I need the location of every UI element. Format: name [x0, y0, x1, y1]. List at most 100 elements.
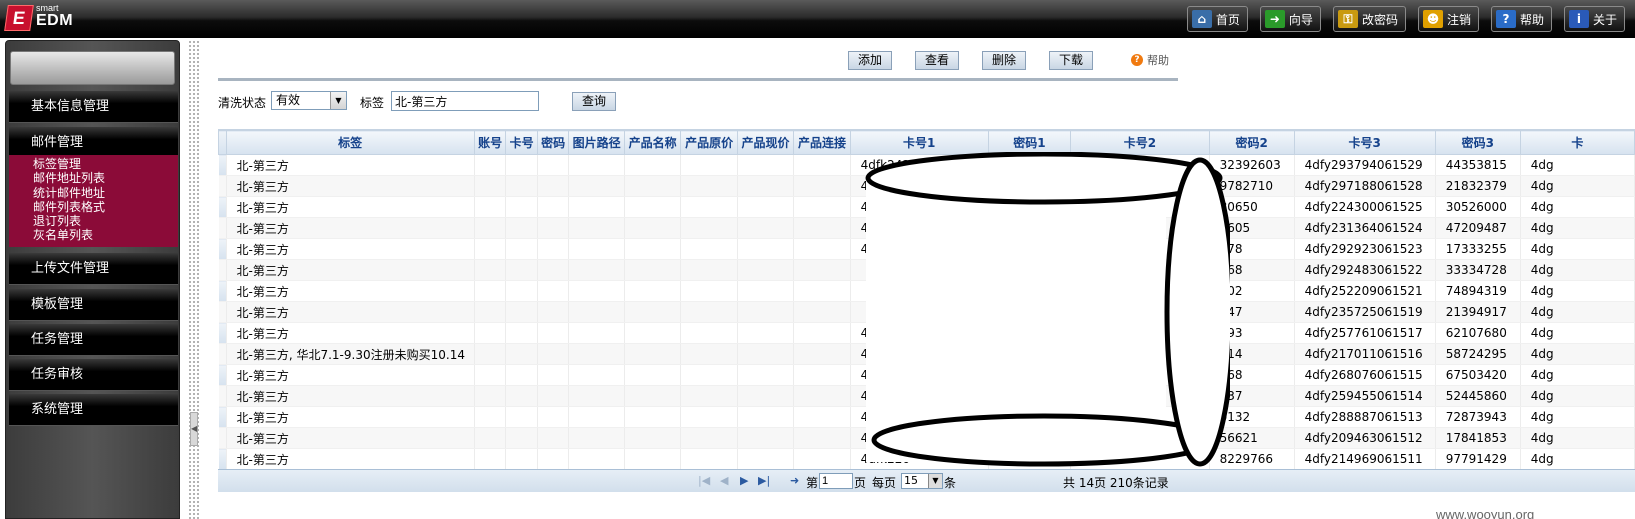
row-selector[interactable] [218, 448, 227, 469]
table-cell [474, 217, 507, 239]
prev-page-icon[interactable]: ◀ [720, 474, 728, 487]
row-selector[interactable] [218, 364, 227, 386]
view-button[interactable]: 查看 [915, 51, 960, 70]
column-header[interactable]: 密码2 [1208, 130, 1295, 155]
first-page-icon[interactable]: |◀ [698, 474, 710, 487]
row-selector[interactable] [218, 238, 227, 260]
sidebar-item-task-review[interactable]: 任务审核 [9, 359, 178, 391]
column-header[interactable]: 产品现价 [736, 130, 795, 155]
row-selector[interactable] [218, 175, 227, 197]
key-icon: ⚿ [1337, 10, 1358, 28]
row-selector[interactable] [218, 280, 227, 302]
table-cell [474, 301, 507, 323]
table-cell: 北-第三方 [226, 301, 475, 323]
download-button[interactable]: 下载 [1049, 51, 1094, 70]
status-select[interactable]: 有效 ▼ [271, 91, 347, 110]
help-link[interactable]: ? 帮助 [1131, 52, 1169, 68]
table-cell [505, 196, 538, 218]
sidebar-item-system[interactable]: 系统管理 [9, 394, 178, 426]
row-selector[interactable] [218, 343, 227, 365]
table-cell [624, 280, 682, 302]
sidebar-item-basic-info[interactable]: 基本信息管理 [9, 91, 178, 123]
table-cell [680, 448, 738, 469]
page-number-input[interactable] [819, 473, 853, 489]
topnav-button-arrow-right[interactable]: ➜ 向导 [1259, 6, 1321, 32]
sidebar-splitter[interactable] [188, 40, 200, 519]
row-selector[interactable] [218, 217, 227, 239]
table-cell [793, 301, 851, 323]
submenu-tag-management[interactable]: 标签管理 [33, 157, 178, 171]
submenu-unsubscribe-list[interactable]: 退订列表 [33, 214, 178, 228]
topnav-label: 关于 [1592, 12, 1617, 27]
column-header[interactable]: 密码1 [987, 130, 1072, 155]
table-cell [474, 385, 507, 407]
submenu-statistic-email[interactable]: 统计邮件地址 [33, 186, 178, 200]
table-cell: 21394917 [1435, 301, 1521, 323]
column-header[interactable]: 图片路径 [568, 130, 625, 155]
row-selector[interactable] [218, 259, 227, 281]
row-selector[interactable] [218, 322, 227, 344]
column-header[interactable]: 密码3 [1434, 130, 1521, 155]
table-cell: 北-第三方 [226, 154, 475, 176]
table-cell: 21832379 [1435, 175, 1521, 197]
go-page-icon[interactable]: ➜ [790, 474, 799, 487]
row-selector[interactable] [218, 385, 227, 407]
help-icon: ? [1495, 10, 1516, 28]
query-button[interactable]: 查询 [572, 92, 617, 111]
table-cell [505, 154, 538, 176]
topnav-button-user-logout[interactable]: ☻ 注销 [1417, 6, 1479, 32]
table-cell: 4dg [1520, 217, 1635, 239]
column-header[interactable]: 产品原价 [680, 130, 738, 155]
table-cell: 4dg [1520, 301, 1635, 323]
table-cell: 44353815 [1435, 154, 1521, 176]
row-number-header [218, 130, 227, 155]
help-circle-icon: ? [1131, 54, 1143, 66]
per-page-select[interactable]: 15 ▼ [901, 473, 943, 489]
table-cell [537, 175, 570, 197]
row-selector[interactable] [218, 154, 227, 176]
column-header[interactable]: 产品名称 [623, 130, 682, 155]
row-selector[interactable] [218, 427, 227, 449]
table-cell [793, 385, 851, 407]
topnav-button-help[interactable]: ? 帮助 [1490, 6, 1552, 32]
table-cell: 北-第三方 [226, 196, 475, 218]
topnav-button-home[interactable]: ⌂ 首页 [1186, 6, 1248, 32]
table-header-row: 标签 账号 卡号 密码 图片路径 产品名称 产品原价 产品现价 产品连接 卡号1 密码1 卡号2 密码2… [218, 130, 1635, 155]
column-header[interactable]: 卡号1 [849, 130, 989, 155]
column-header[interactable]: 账号 [473, 130, 507, 155]
sidebar-item-task[interactable]: 任务管理 [9, 324, 178, 356]
row-selector[interactable] [218, 406, 227, 428]
submenu-greylist[interactable]: 灰名单列表 [33, 228, 178, 242]
column-header[interactable]: 卡号 [505, 130, 538, 155]
delete-button[interactable]: 删除 [982, 51, 1027, 70]
chevron-down-icon[interactable]: ▼ [928, 474, 942, 488]
table-cell [505, 259, 538, 281]
logo-big-text: EDM [36, 12, 74, 29]
table-cell [505, 238, 538, 260]
add-button[interactable]: 添加 [848, 51, 893, 70]
row-selector[interactable] [218, 301, 227, 323]
column-header[interactable]: 标签 [225, 130, 475, 155]
next-page-icon[interactable]: ▶ [740, 474, 748, 487]
collapse-sidebar-handle[interactable]: ◀ [190, 412, 198, 446]
last-page-icon[interactable]: ▶| [758, 474, 770, 487]
topnav-button-key[interactable]: ⚿ 改密码 [1332, 6, 1406, 32]
table-cell: 北-第三方 [226, 217, 475, 239]
column-header[interactable]: 卡号2 [1070, 130, 1210, 155]
submenu-email-list-format[interactable]: 邮件列表格式 [33, 200, 178, 214]
sidebar-item-template[interactable]: 模板管理 [9, 289, 178, 321]
column-header[interactable]: 产品连接 [793, 130, 851, 155]
column-header[interactable]: 卡号3 [1293, 130, 1436, 155]
submenu-email-address-list[interactable]: 邮件地址列表 [33, 171, 178, 185]
column-header[interactable]: 卡 [1519, 130, 1635, 155]
column-header[interactable]: 密码 [536, 130, 570, 155]
table-cell [680, 238, 738, 260]
info-icon: i [1568, 10, 1589, 28]
logo-mark-letter: E [11, 8, 27, 28]
chevron-down-icon[interactable]: ▼ [330, 92, 346, 109]
topnav-button-info[interactable]: i 关于 [1563, 6, 1625, 32]
tag-input[interactable] [391, 91, 539, 111]
table-cell [624, 175, 682, 197]
sidebar-item-upload-file[interactable]: 上传文件管理 [9, 253, 178, 285]
row-selector[interactable] [218, 196, 227, 218]
